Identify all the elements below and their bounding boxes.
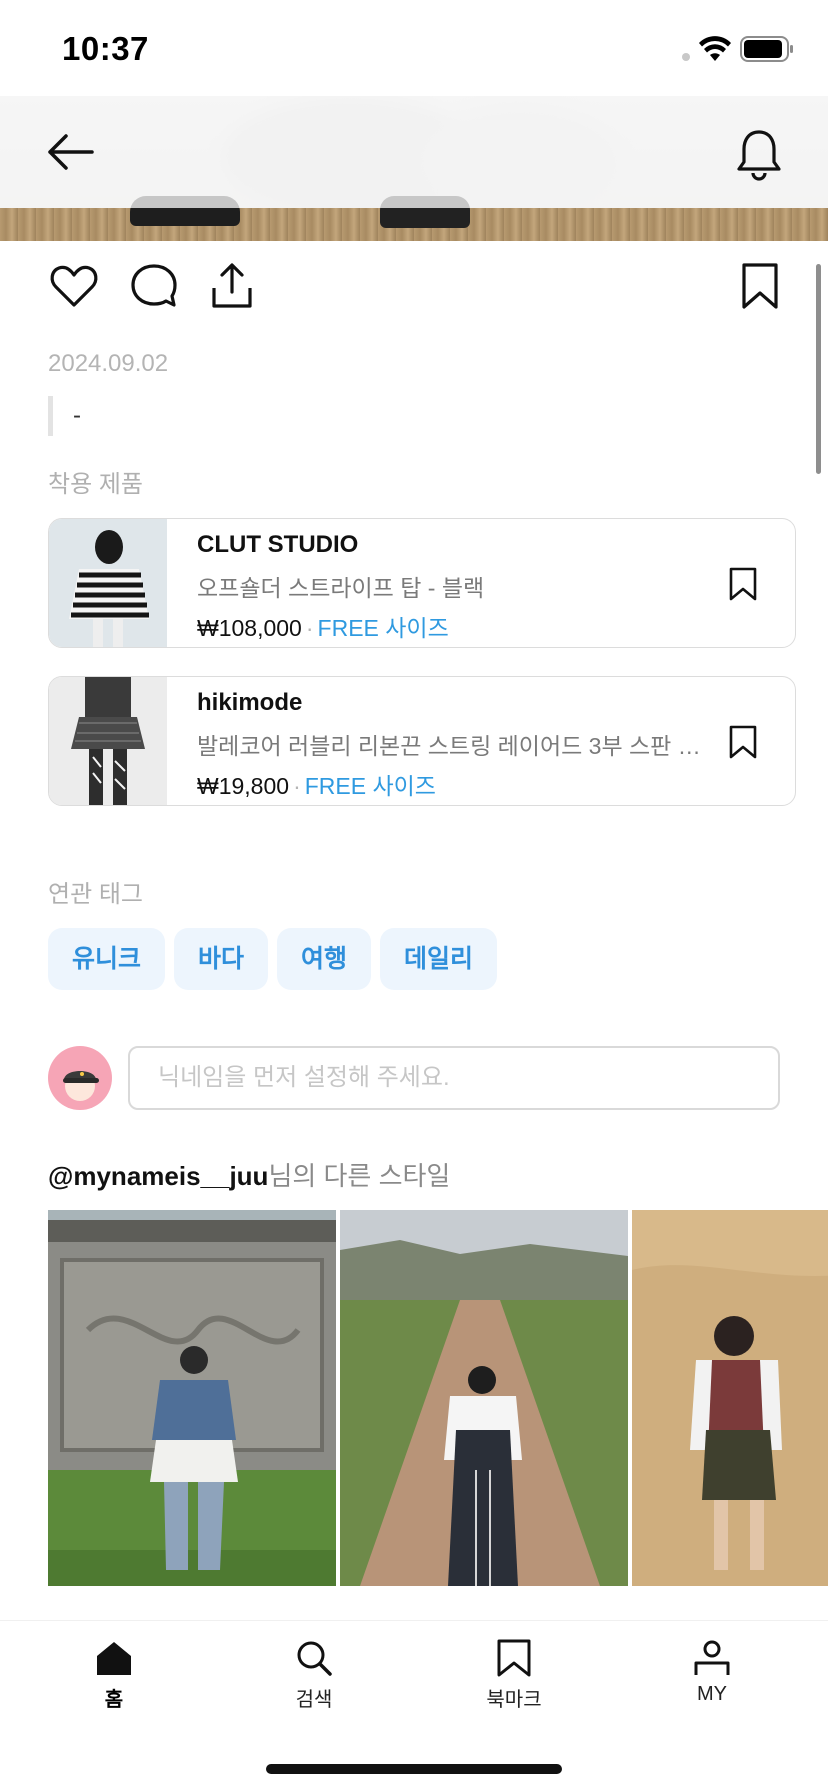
battery-icon [740,36,793,62]
tag-chip[interactable]: 데일리 [380,928,498,990]
tag-list: 유니크 바다 여행 데일리 [48,928,498,990]
separator-dot: · [305,615,314,641]
post-date: 2024.09.02 [48,350,169,377]
status-bar: 10:37 [0,0,828,96]
back-arrow-icon[interactable] [40,126,102,178]
tab-label: MY [697,1683,727,1705]
search-icon [297,1641,332,1676]
wifi-icon [699,36,731,61]
product-price-line: ₩108,000 · FREE 사이즈 [197,609,449,643]
product-thumbnail [49,519,167,647]
post-caption: - [48,396,81,436]
tag-chip[interactable]: 바다 [174,928,269,990]
product-price-line: ₩19,800 · FREE 사이즈 [197,767,436,801]
style-photo[interactable] [340,1210,628,1586]
heart-icon[interactable] [46,258,102,314]
home-indicator [266,1764,562,1774]
tag-chip[interactable]: 유니크 [48,928,166,990]
tag-chip[interactable]: 여행 [277,928,372,990]
tab-home[interactable]: 홈 [54,1639,174,1729]
product-price: ₩108,000 [197,615,302,641]
bookmark-icon[interactable] [732,258,788,314]
share-icon[interactable] [204,258,260,314]
person-icon [694,1640,730,1675]
other-styles-suffix: 님의 다른 스타일 [268,1161,451,1191]
tab-my[interactable]: MY [652,1639,772,1729]
bell-icon[interactable] [730,124,788,182]
separator-dot: · [293,773,301,799]
other-styles-title: @mynameis__juu님의 다른 스타일 [48,1156,450,1193]
product-card[interactable]: CLUT STUDIO 오프숄더 스트라이프 탑 - 블랙 ₩108,000 · F… [48,518,796,648]
top-navigation-bar [0,96,828,208]
product-card[interactable]: hikimode 발레코어 러블리 리본끈 스트링 레이어드 3부 스판 레깅스… [48,676,796,806]
product-thumbnail [49,677,167,805]
post-actions [0,258,828,324]
tags-section-label: 연관 태그 [48,881,143,908]
home-icon [97,1642,131,1675]
status-time: 10:37 [62,30,149,67]
product-size: FREE 사이즈 [317,615,449,641]
product-brand: CLUT STUDIO [197,531,359,558]
scroll-indicator[interactable] [816,264,821,474]
bookmark-icon [497,1639,531,1677]
tab-label: 북마크 [486,1689,542,1711]
other-styles-gallery[interactable] [48,1210,828,1586]
product-brand: hikimode [197,689,303,716]
product-name: 발레코어 러블리 리본끈 스트링 레이어드 3부 스판 레깅스 [197,733,707,759]
tab-search[interactable]: 검색 [254,1639,374,1729]
product-price: ₩19,800 [197,773,290,799]
product-name: 오프숄더 스트라이프 탑 - 블랙 [197,575,485,601]
status-dot [682,53,690,61]
bookmark-icon[interactable] [725,723,761,761]
avatar [48,1046,112,1110]
bookmark-icon[interactable] [725,565,761,603]
products-section-label: 착용 제품 [48,471,143,498]
username-link[interactable]: @mynameis__juu [48,1161,268,1191]
tab-label: 검색 [295,1689,333,1711]
product-size: FREE 사이즈 [304,773,436,799]
tab-bookmark[interactable]: 북마크 [454,1639,574,1729]
comment-input[interactable] [128,1046,780,1110]
style-photo[interactable] [632,1210,828,1586]
tab-label: 홈 [104,1689,124,1711]
comment-icon[interactable] [126,258,182,314]
style-photo[interactable] [48,1210,336,1586]
post-image-header [0,96,828,241]
